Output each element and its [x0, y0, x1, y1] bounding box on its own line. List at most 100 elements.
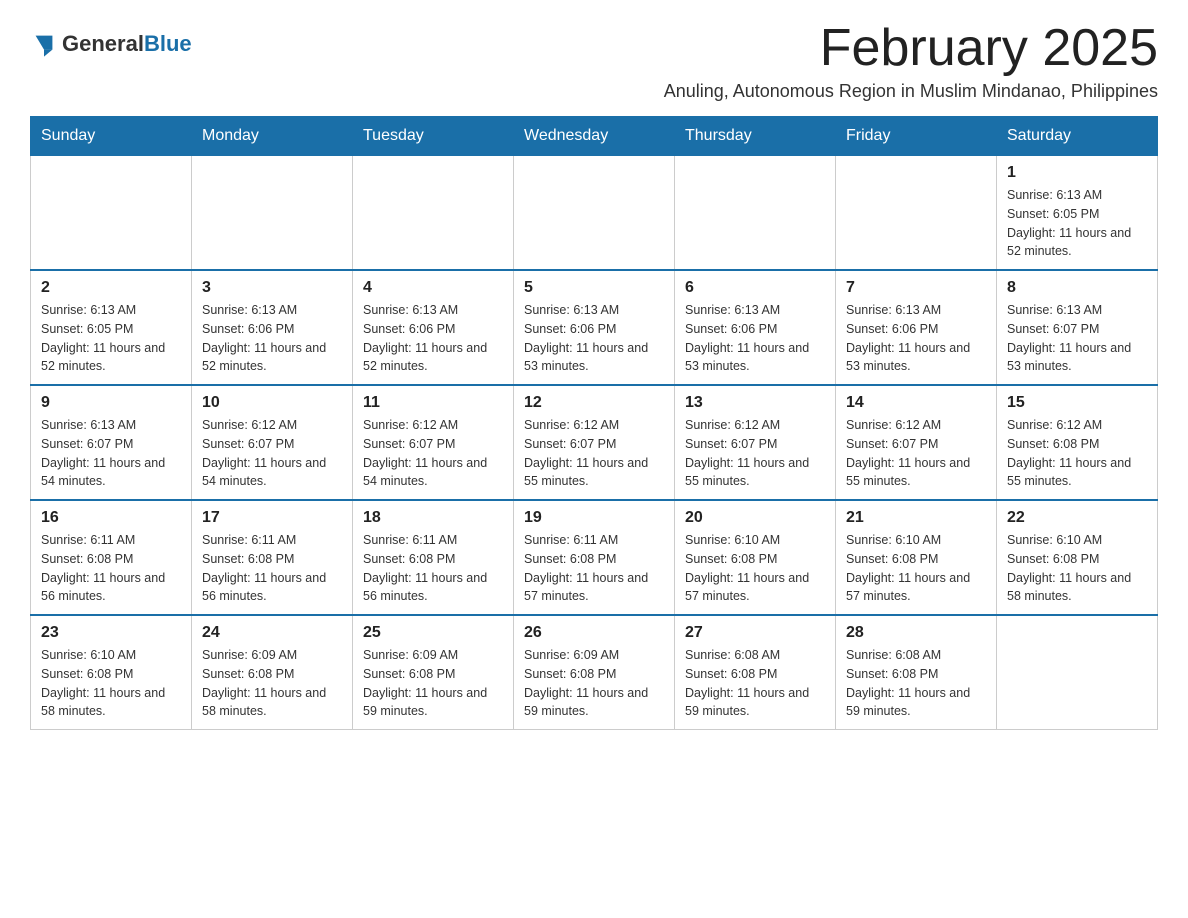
day-number: 2 — [41, 279, 181, 297]
calendar-cell: 24Sunrise: 6:09 AMSunset: 6:08 PMDayligh… — [192, 615, 353, 730]
day-info: Sunrise: 6:09 AMSunset: 6:08 PMDaylight:… — [524, 646, 664, 721]
calendar-cell: 17Sunrise: 6:11 AMSunset: 6:08 PMDayligh… — [192, 500, 353, 615]
day-info: Sunrise: 6:11 AMSunset: 6:08 PMDaylight:… — [524, 531, 664, 606]
day-number: 26 — [524, 624, 664, 642]
calendar-cell: 5 Sunrise: 6:13 AMSunset: 6:06 PMDaylight… — [514, 270, 675, 385]
day-number: 16 — [41, 509, 181, 527]
week-row-1: 1 Sunrise: 6:13 AMSunset: 6:05 PMDaylight… — [31, 156, 1158, 271]
calendar-cell: 3 Sunrise: 6:13 AMSunset: 6:06 PMDaylight… — [192, 270, 353, 385]
day-info: Sunrise: 6:12 AMSunset: 6:07 PMDaylight:… — [202, 416, 342, 491]
calendar-cell: 16 Sunrise: 6:11 AMSunset: 6:08 PMDayligh… — [31, 500, 192, 615]
calendar-cell — [353, 156, 514, 271]
header-saturday: Saturday — [997, 117, 1158, 156]
day-number: 7 — [846, 279, 986, 297]
day-number: 27 — [685, 624, 825, 642]
calendar-cell: 26 Sunrise: 6:09 AMSunset: 6:08 PMDayligh… — [514, 615, 675, 730]
header-wednesday: Wednesday — [514, 117, 675, 156]
day-info: Sunrise: 6:10 AMSunset: 6:08 PMDaylight:… — [685, 531, 825, 606]
calendar-cell — [514, 156, 675, 271]
page-header: GeneralBlue February 2025 Anuling, Auton… — [30, 20, 1158, 102]
calendar-cell: 11 Sunrise: 6:12 AMSunset: 6:07 PMDayligh… — [353, 385, 514, 500]
day-number: 15 — [1007, 394, 1147, 412]
subtitle: Anuling, Autonomous Region in Muslim Min… — [664, 81, 1158, 102]
logo: GeneralBlue — [30, 30, 192, 58]
day-number: 23 — [41, 624, 181, 642]
day-info: Sunrise: 6:10 AMSunset: 6:08 PMDaylight:… — [41, 646, 181, 721]
day-info: Sunrise: 6:12 AMSunset: 6:07 PMDaylight:… — [524, 416, 664, 491]
day-info: Sunrise: 6:13 AMSunset: 6:06 PMDaylight:… — [524, 301, 664, 376]
header-tuesday: Tuesday — [353, 117, 514, 156]
day-number: 22 — [1007, 509, 1147, 527]
day-number: 6 — [685, 279, 825, 297]
day-number: 5 — [524, 279, 664, 297]
calendar-cell: 14 Sunrise: 6:12 AMSunset: 6:07 PMDayligh… — [836, 385, 997, 500]
day-number: 12 — [524, 394, 664, 412]
calendar-cell: 9 Sunrise: 6:13 AMSunset: 6:07 PMDaylight… — [31, 385, 192, 500]
day-info: Sunrise: 6:13 AMSunset: 6:07 PMDaylight:… — [1007, 301, 1147, 376]
day-info: Sunrise: 6:13 AMSunset: 6:06 PMDaylight:… — [685, 301, 825, 376]
day-number: 21 — [846, 509, 986, 527]
day-info: Sunrise: 6:09 AMSunset: 6:08 PMDaylight:… — [363, 646, 503, 721]
day-number: 13 — [685, 394, 825, 412]
day-info: Sunrise: 6:11 AMSunset: 6:08 PMDaylight:… — [41, 531, 181, 606]
day-number: 19 — [524, 509, 664, 527]
calendar-cell: 21 Sunrise: 6:10 AMSunset: 6:08 PMDayligh… — [836, 500, 997, 615]
header-friday: Friday — [836, 117, 997, 156]
logo-icon — [30, 30, 58, 58]
day-number: 11 — [363, 394, 503, 412]
day-info: Sunrise: 6:13 AMSunset: 6:06 PMDaylight:… — [363, 301, 503, 376]
day-number: 3 — [202, 279, 342, 297]
week-row-5: 23 Sunrise: 6:10 AMSunset: 6:08 PMDayligh… — [31, 615, 1158, 730]
header-sunday: Sunday — [31, 117, 192, 156]
day-info: Sunrise: 6:13 AMSunset: 6:06 PMDaylight:… — [202, 301, 342, 376]
day-number: 20 — [685, 509, 825, 527]
day-number: 4 — [363, 279, 503, 297]
calendar-cell: 4 Sunrise: 6:13 AMSunset: 6:06 PMDaylight… — [353, 270, 514, 385]
calendar-cell: 6 Sunrise: 6:13 AMSunset: 6:06 PMDaylight… — [675, 270, 836, 385]
calendar-cell: 22 Sunrise: 6:10 AMSunset: 6:08 PMDayligh… — [997, 500, 1158, 615]
calendar-cell: 8 Sunrise: 6:13 AMSunset: 6:07 PMDaylight… — [997, 270, 1158, 385]
day-info: Sunrise: 6:12 AMSunset: 6:07 PMDaylight:… — [846, 416, 986, 491]
day-info: Sunrise: 6:13 AMSunset: 6:07 PMDaylight:… — [41, 416, 181, 491]
month-title: February 2025 — [664, 20, 1158, 77]
day-number: 8 — [1007, 279, 1147, 297]
calendar-cell: 18 Sunrise: 6:11 AMSunset: 6:08 PMDayligh… — [353, 500, 514, 615]
week-row-3: 9 Sunrise: 6:13 AMSunset: 6:07 PMDaylight… — [31, 385, 1158, 500]
day-info: Sunrise: 6:11 AMSunset: 6:08 PMDaylight:… — [202, 531, 342, 606]
day-info: Sunrise: 6:08 AMSunset: 6:08 PMDaylight:… — [685, 646, 825, 721]
calendar-cell: 15Sunrise: 6:12 AMSunset: 6:08 PMDayligh… — [997, 385, 1158, 500]
calendar-cell — [836, 156, 997, 271]
day-info: Sunrise: 6:08 AMSunset: 6:08 PMDaylight:… — [846, 646, 986, 721]
day-number: 25 — [363, 624, 503, 642]
calendar-cell — [997, 615, 1158, 730]
logo-text-blue: Blue — [144, 31, 192, 56]
calendar-cell: 19 Sunrise: 6:11 AMSunset: 6:08 PMDayligh… — [514, 500, 675, 615]
day-number: 9 — [41, 394, 181, 412]
day-info: Sunrise: 6:13 AMSunset: 6:06 PMDaylight:… — [846, 301, 986, 376]
day-info: Sunrise: 6:13 AMSunset: 6:05 PMDaylight:… — [1007, 186, 1147, 261]
day-info: Sunrise: 6:10 AMSunset: 6:08 PMDaylight:… — [846, 531, 986, 606]
day-number: 28 — [846, 624, 986, 642]
header-thursday: Thursday — [675, 117, 836, 156]
calendar-cell: 10Sunrise: 6:12 AMSunset: 6:07 PMDayligh… — [192, 385, 353, 500]
day-info: Sunrise: 6:12 AMSunset: 6:07 PMDaylight:… — [363, 416, 503, 491]
day-number: 1 — [1007, 164, 1147, 182]
calendar-cell: 23 Sunrise: 6:10 AMSunset: 6:08 PMDayligh… — [31, 615, 192, 730]
calendar: SundayMondayTuesdayWednesdayThursdayFrid… — [30, 116, 1158, 730]
day-info: Sunrise: 6:13 AMSunset: 6:05 PMDaylight:… — [41, 301, 181, 376]
calendar-cell: 2 Sunrise: 6:13 AMSunset: 6:05 PMDaylight… — [31, 270, 192, 385]
calendar-cell: 1 Sunrise: 6:13 AMSunset: 6:05 PMDaylight… — [997, 156, 1158, 271]
calendar-cell: 25 Sunrise: 6:09 AMSunset: 6:08 PMDayligh… — [353, 615, 514, 730]
day-info: Sunrise: 6:12 AMSunset: 6:07 PMDaylight:… — [685, 416, 825, 491]
calendar-cell: 12 Sunrise: 6:12 AMSunset: 6:07 PMDayligh… — [514, 385, 675, 500]
week-row-2: 2 Sunrise: 6:13 AMSunset: 6:05 PMDaylight… — [31, 270, 1158, 385]
day-info: Sunrise: 6:11 AMSunset: 6:08 PMDaylight:… — [363, 531, 503, 606]
day-number: 14 — [846, 394, 986, 412]
day-number: 18 — [363, 509, 503, 527]
calendar-cell: 27 Sunrise: 6:08 AMSunset: 6:08 PMDayligh… — [675, 615, 836, 730]
day-info: Sunrise: 6:10 AMSunset: 6:08 PMDaylight:… — [1007, 531, 1147, 606]
logo-text-general: General — [62, 31, 144, 56]
calendar-cell: 20 Sunrise: 6:10 AMSunset: 6:08 PMDayligh… — [675, 500, 836, 615]
title-section: February 2025 Anuling, Autonomous Region… — [664, 20, 1158, 102]
header-monday: Monday — [192, 117, 353, 156]
